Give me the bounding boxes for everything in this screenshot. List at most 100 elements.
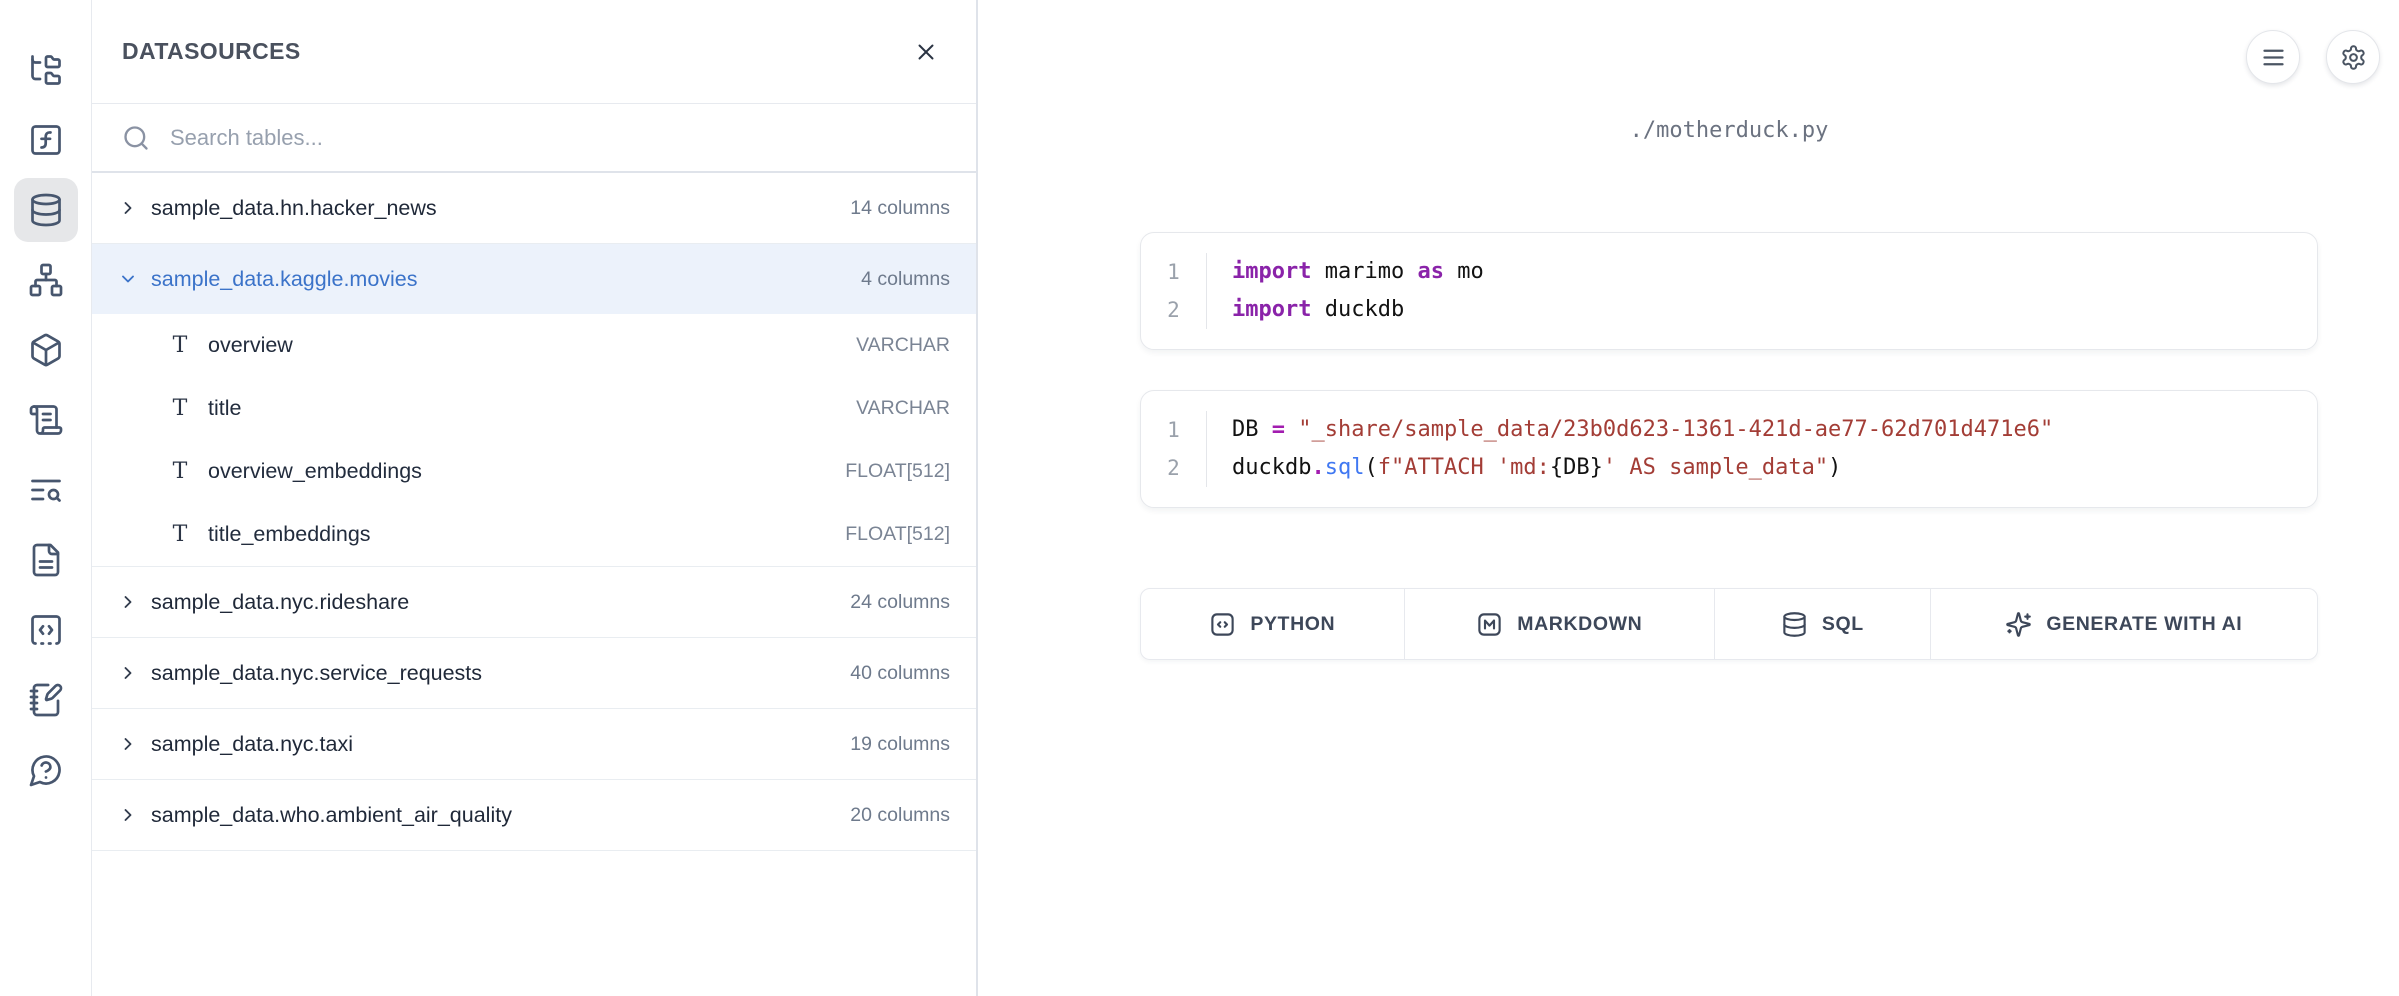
code-line: import marimo as mo	[1232, 253, 2317, 291]
code-token: marimo	[1311, 259, 1417, 284]
chevron-right-icon	[118, 198, 138, 218]
search-icon	[122, 124, 150, 152]
add-cell-bar: PYTHON MARKDOWN SQL GENERATE WITH AI	[1140, 588, 2318, 660]
rail-item-notebook-pen[interactable]	[14, 668, 78, 732]
code-line: DB = "_share/sample_data/23b0d623-1361-4…	[1232, 411, 2317, 449]
square-dashed-bottom-code-icon	[28, 612, 64, 648]
x-icon	[913, 39, 939, 65]
add-cell-generate-with-ai-button[interactable]: GENERATE WITH AI	[1931, 589, 2317, 659]
column-type: FLOAT[512]	[845, 523, 950, 546]
column-type-icon: T	[169, 522, 191, 547]
code-token: sql	[1325, 455, 1365, 480]
column-name: title	[208, 396, 241, 421]
code-cell: 12 DB = "_share/sample_data/23b0d623-1361…	[1140, 390, 2318, 508]
scroll-text-icon	[28, 402, 64, 438]
rail-item-message-circle-question[interactable]	[14, 738, 78, 802]
rail-item-file-tree[interactable]	[14, 38, 78, 102]
table-column-count: 20 columns	[850, 804, 950, 827]
column-type-icon: T	[169, 396, 191, 421]
column-name: overview_embeddings	[208, 459, 422, 484]
panel-title: DATASOURCES	[122, 38, 301, 65]
chevron-right-icon	[118, 592, 138, 612]
code-token: f"ATTACH 'md:	[1378, 455, 1550, 480]
chevron-right-icon	[118, 805, 138, 825]
notebook-filename: ./motherduck.py	[1140, 118, 2318, 143]
chevron-right-icon	[118, 592, 138, 612]
code-editor[interactable]: DB = "_share/sample_data/23b0d623-1361-4…	[1207, 411, 2317, 487]
code-token: ' AS sample_data"	[1603, 455, 1828, 480]
notebook-menu-button[interactable]	[2246, 30, 2300, 84]
box-icon	[28, 332, 64, 368]
add-cell-label: GENERATE WITH AI	[2046, 613, 2242, 636]
table-row[interactable]: sample_data.nyc.service_requests 40 colum…	[92, 638, 976, 708]
column-name: overview	[208, 333, 293, 358]
search-tables-input[interactable]	[170, 125, 946, 151]
column-row[interactable]: Ttitle_embeddingsFLOAT[512]	[92, 503, 976, 566]
table-group: sample_data.nyc.service_requests 40 colum…	[92, 638, 976, 709]
add-cell-sql-button[interactable]: SQL	[1715, 589, 1931, 659]
column-type: VARCHAR	[856, 397, 950, 420]
line-numbers: 12	[1141, 411, 1207, 487]
table-group: sample_data.nyc.taxi19 columns	[92, 709, 976, 780]
markdown-square-icon	[1476, 611, 1503, 638]
chevron-down-icon	[118, 269, 138, 289]
add-cell-label: PYTHON	[1250, 613, 1335, 636]
rail-item-text-search[interactable]	[14, 458, 78, 522]
table-row[interactable]: sample_data.kaggle.movies4 columns	[92, 244, 976, 314]
column-type: FLOAT[512]	[845, 460, 950, 483]
tables-tree: sample_data.hn.hacker_news14 columnssamp…	[92, 173, 976, 851]
table-row[interactable]: sample_data.nyc.taxi19 columns	[92, 709, 976, 779]
database-icon	[1781, 611, 1808, 638]
column-type: VARCHAR	[856, 334, 950, 357]
table-name: sample_data.nyc.rideshare	[151, 590, 409, 615]
code-token: duckdb	[1311, 297, 1404, 322]
close-panel-button[interactable]	[906, 32, 946, 72]
rail-item-scroll-text[interactable]	[14, 388, 78, 452]
table-name: sample_data.hn.hacker_news	[151, 196, 437, 221]
square-function-icon	[28, 122, 64, 158]
column-row[interactable]: Ttitle VARCHAR	[92, 377, 976, 440]
table-name: sample_data.who.ambient_air_quality	[151, 803, 512, 828]
rail-item-box[interactable]	[14, 318, 78, 382]
table-row[interactable]: sample_data.hn.hacker_news14 columns	[92, 173, 976, 243]
table-group: sample_data.kaggle.movies4 columns Toverv…	[92, 244, 976, 567]
code-cell: 12import marimo as moimport duckdb	[1140, 232, 2318, 350]
datasources-panel: DATASOURCES sample_data.hn.hacker_news14…	[92, 0, 978, 996]
code-token: (	[1364, 455, 1377, 480]
rail-item-square-dashed-bottom-code[interactable]	[14, 598, 78, 662]
table-group: sample_data.who.ambient_air_quality 20 co…	[92, 780, 976, 851]
rail-item-network[interactable]	[14, 248, 78, 312]
file-text-icon	[28, 542, 64, 578]
rail-item-square-function[interactable]	[14, 108, 78, 172]
notebook-main: ./motherduck.py 12import marimo as moimp…	[978, 0, 2399, 996]
rail-item-database[interactable]	[14, 178, 78, 242]
message-circle-question-icon	[28, 752, 64, 788]
add-cell-markdown-button[interactable]: MARKDOWN	[1405, 589, 1715, 659]
table-name: sample_data.nyc.taxi	[151, 732, 353, 757]
settings-icon	[2340, 44, 2367, 71]
line-numbers: 12	[1141, 253, 1207, 329]
table-row[interactable]: sample_data.nyc.rideshare 24 columns	[92, 567, 976, 637]
rail-item-file-text[interactable]	[14, 528, 78, 592]
code-editor[interactable]: import marimo as moimport duckdb	[1207, 253, 2317, 329]
table-column-count: 40 columns	[850, 662, 950, 685]
code-token: mo	[1444, 259, 1484, 284]
column-row[interactable]: ToverviewVARCHAR	[92, 314, 976, 377]
search-icon	[122, 124, 150, 152]
chevron-right-icon	[118, 734, 138, 754]
network-icon	[28, 262, 64, 298]
settings-button[interactable]	[2326, 30, 2380, 84]
table-group: sample_data.hn.hacker_news14 columns	[92, 173, 976, 244]
sparkles-icon	[2005, 611, 2032, 638]
table-column-count: 4 columns	[861, 268, 950, 291]
column-row[interactable]: Toverview_embeddingsFLOAT[512]	[92, 440, 976, 503]
add-cell-python-button[interactable]: PYTHON	[1141, 589, 1405, 659]
code-token: "_share/sample_data/23b0d623-1361-421d-a…	[1298, 417, 2053, 442]
table-name: sample_data.nyc.service_requests	[151, 661, 482, 686]
chevron-down-icon	[118, 269, 138, 289]
table-row[interactable]: sample_data.who.ambient_air_quality 20 co…	[92, 780, 976, 850]
search-row	[92, 104, 976, 173]
table-column-count: 24 columns	[850, 591, 950, 614]
code-square-icon	[1209, 611, 1236, 638]
add-cell-label: MARKDOWN	[1517, 613, 1642, 636]
